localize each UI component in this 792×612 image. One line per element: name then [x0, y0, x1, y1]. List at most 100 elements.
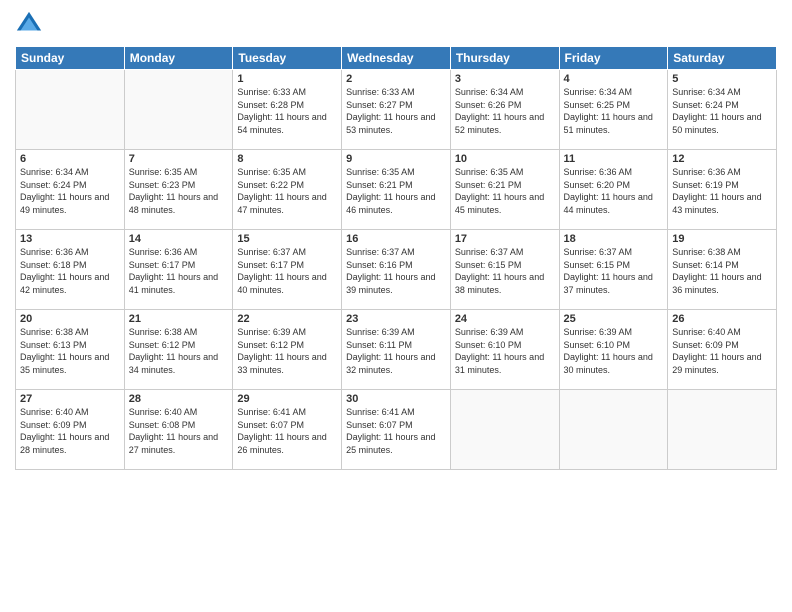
calendar-header-tuesday: Tuesday [233, 47, 342, 70]
calendar-cell: 15Sunrise: 6:37 AMSunset: 6:17 PMDayligh… [233, 230, 342, 310]
day-info: Sunrise: 6:37 AMSunset: 6:16 PMDaylight:… [346, 246, 446, 296]
calendar-cell: 5Sunrise: 6:34 AMSunset: 6:24 PMDaylight… [668, 70, 777, 150]
day-info: Sunrise: 6:41 AMSunset: 6:07 PMDaylight:… [346, 406, 446, 456]
day-info: Sunrise: 6:36 AMSunset: 6:18 PMDaylight:… [20, 246, 120, 296]
day-info: Sunrise: 6:41 AMSunset: 6:07 PMDaylight:… [237, 406, 337, 456]
calendar-week-1: 6Sunrise: 6:34 AMSunset: 6:24 PMDaylight… [16, 150, 777, 230]
day-info: Sunrise: 6:34 AMSunset: 6:25 PMDaylight:… [564, 86, 664, 136]
calendar-cell: 19Sunrise: 6:38 AMSunset: 6:14 PMDayligh… [668, 230, 777, 310]
day-info: Sunrise: 6:40 AMSunset: 6:09 PMDaylight:… [672, 326, 772, 376]
calendar-cell: 24Sunrise: 6:39 AMSunset: 6:10 PMDayligh… [450, 310, 559, 390]
calendar-cell: 21Sunrise: 6:38 AMSunset: 6:12 PMDayligh… [124, 310, 233, 390]
day-info: Sunrise: 6:37 AMSunset: 6:15 PMDaylight:… [455, 246, 555, 296]
day-number: 6 [20, 153, 120, 165]
day-number: 13 [20, 233, 120, 245]
day-info: Sunrise: 6:35 AMSunset: 6:21 PMDaylight:… [346, 166, 446, 216]
day-number: 17 [455, 233, 555, 245]
calendar-cell: 6Sunrise: 6:34 AMSunset: 6:24 PMDaylight… [16, 150, 125, 230]
day-number: 21 [129, 313, 229, 325]
calendar-cell: 25Sunrise: 6:39 AMSunset: 6:10 PMDayligh… [559, 310, 668, 390]
calendar-cell: 4Sunrise: 6:34 AMSunset: 6:25 PMDaylight… [559, 70, 668, 150]
day-number: 23 [346, 313, 446, 325]
calendar-cell [559, 390, 668, 470]
logo-icon [15, 10, 43, 38]
calendar-cell: 30Sunrise: 6:41 AMSunset: 6:07 PMDayligh… [342, 390, 451, 470]
calendar-cell: 10Sunrise: 6:35 AMSunset: 6:21 PMDayligh… [450, 150, 559, 230]
day-number: 12 [672, 153, 772, 165]
day-number: 14 [129, 233, 229, 245]
day-number: 30 [346, 393, 446, 405]
calendar-week-2: 13Sunrise: 6:36 AMSunset: 6:18 PMDayligh… [16, 230, 777, 310]
day-info: Sunrise: 6:35 AMSunset: 6:22 PMDaylight:… [237, 166, 337, 216]
day-info: Sunrise: 6:38 AMSunset: 6:12 PMDaylight:… [129, 326, 229, 376]
day-info: Sunrise: 6:39 AMSunset: 6:10 PMDaylight:… [564, 326, 664, 376]
day-info: Sunrise: 6:40 AMSunset: 6:09 PMDaylight:… [20, 406, 120, 456]
day-info: Sunrise: 6:40 AMSunset: 6:08 PMDaylight:… [129, 406, 229, 456]
day-info: Sunrise: 6:38 AMSunset: 6:13 PMDaylight:… [20, 326, 120, 376]
day-info: Sunrise: 6:36 AMSunset: 6:20 PMDaylight:… [564, 166, 664, 216]
day-info: Sunrise: 6:39 AMSunset: 6:12 PMDaylight:… [237, 326, 337, 376]
page-header [15, 10, 777, 38]
calendar-cell: 29Sunrise: 6:41 AMSunset: 6:07 PMDayligh… [233, 390, 342, 470]
day-number: 22 [237, 313, 337, 325]
day-number: 15 [237, 233, 337, 245]
calendar-week-0: 1Sunrise: 6:33 AMSunset: 6:28 PMDaylight… [16, 70, 777, 150]
calendar-cell: 3Sunrise: 6:34 AMSunset: 6:26 PMDaylight… [450, 70, 559, 150]
day-info: Sunrise: 6:36 AMSunset: 6:19 PMDaylight:… [672, 166, 772, 216]
day-number: 29 [237, 393, 337, 405]
day-number: 8 [237, 153, 337, 165]
day-number: 28 [129, 393, 229, 405]
day-number: 10 [455, 153, 555, 165]
day-number: 27 [20, 393, 120, 405]
calendar-cell: 13Sunrise: 6:36 AMSunset: 6:18 PMDayligh… [16, 230, 125, 310]
calendar-cell [16, 70, 125, 150]
day-info: Sunrise: 6:37 AMSunset: 6:15 PMDaylight:… [564, 246, 664, 296]
calendar-cell: 12Sunrise: 6:36 AMSunset: 6:19 PMDayligh… [668, 150, 777, 230]
day-info: Sunrise: 6:35 AMSunset: 6:21 PMDaylight:… [455, 166, 555, 216]
calendar-header-friday: Friday [559, 47, 668, 70]
calendar-header-sunday: Sunday [16, 47, 125, 70]
day-info: Sunrise: 6:34 AMSunset: 6:24 PMDaylight:… [672, 86, 772, 136]
calendar-cell: 23Sunrise: 6:39 AMSunset: 6:11 PMDayligh… [342, 310, 451, 390]
calendar-header-thursday: Thursday [450, 47, 559, 70]
calendar-cell: 20Sunrise: 6:38 AMSunset: 6:13 PMDayligh… [16, 310, 125, 390]
day-number: 9 [346, 153, 446, 165]
calendar-cell: 28Sunrise: 6:40 AMSunset: 6:08 PMDayligh… [124, 390, 233, 470]
calendar-cell: 8Sunrise: 6:35 AMSunset: 6:22 PMDaylight… [233, 150, 342, 230]
day-number: 19 [672, 233, 772, 245]
calendar-cell: 2Sunrise: 6:33 AMSunset: 6:27 PMDaylight… [342, 70, 451, 150]
calendar-cell [124, 70, 233, 150]
day-info: Sunrise: 6:38 AMSunset: 6:14 PMDaylight:… [672, 246, 772, 296]
day-number: 4 [564, 73, 664, 85]
day-info: Sunrise: 6:39 AMSunset: 6:10 PMDaylight:… [455, 326, 555, 376]
calendar-week-3: 20Sunrise: 6:38 AMSunset: 6:13 PMDayligh… [16, 310, 777, 390]
calendar-cell: 27Sunrise: 6:40 AMSunset: 6:09 PMDayligh… [16, 390, 125, 470]
calendar-cell [450, 390, 559, 470]
day-number: 24 [455, 313, 555, 325]
day-number: 1 [237, 73, 337, 85]
calendar-cell: 11Sunrise: 6:36 AMSunset: 6:20 PMDayligh… [559, 150, 668, 230]
day-number: 16 [346, 233, 446, 245]
day-info: Sunrise: 6:35 AMSunset: 6:23 PMDaylight:… [129, 166, 229, 216]
day-number: 20 [20, 313, 120, 325]
calendar: SundayMondayTuesdayWednesdayThursdayFrid… [15, 46, 777, 470]
day-number: 2 [346, 73, 446, 85]
day-info: Sunrise: 6:39 AMSunset: 6:11 PMDaylight:… [346, 326, 446, 376]
calendar-cell: 7Sunrise: 6:35 AMSunset: 6:23 PMDaylight… [124, 150, 233, 230]
calendar-cell: 9Sunrise: 6:35 AMSunset: 6:21 PMDaylight… [342, 150, 451, 230]
day-number: 25 [564, 313, 664, 325]
day-number: 5 [672, 73, 772, 85]
day-info: Sunrise: 6:34 AMSunset: 6:26 PMDaylight:… [455, 86, 555, 136]
day-info: Sunrise: 6:37 AMSunset: 6:17 PMDaylight:… [237, 246, 337, 296]
calendar-cell: 1Sunrise: 6:33 AMSunset: 6:28 PMDaylight… [233, 70, 342, 150]
calendar-cell: 14Sunrise: 6:36 AMSunset: 6:17 PMDayligh… [124, 230, 233, 310]
day-number: 26 [672, 313, 772, 325]
calendar-cell: 26Sunrise: 6:40 AMSunset: 6:09 PMDayligh… [668, 310, 777, 390]
day-info: Sunrise: 6:34 AMSunset: 6:24 PMDaylight:… [20, 166, 120, 216]
calendar-header-saturday: Saturday [668, 47, 777, 70]
calendar-cell: 22Sunrise: 6:39 AMSunset: 6:12 PMDayligh… [233, 310, 342, 390]
calendar-cell: 17Sunrise: 6:37 AMSunset: 6:15 PMDayligh… [450, 230, 559, 310]
day-number: 3 [455, 73, 555, 85]
day-number: 11 [564, 153, 664, 165]
calendar-header-monday: Monday [124, 47, 233, 70]
